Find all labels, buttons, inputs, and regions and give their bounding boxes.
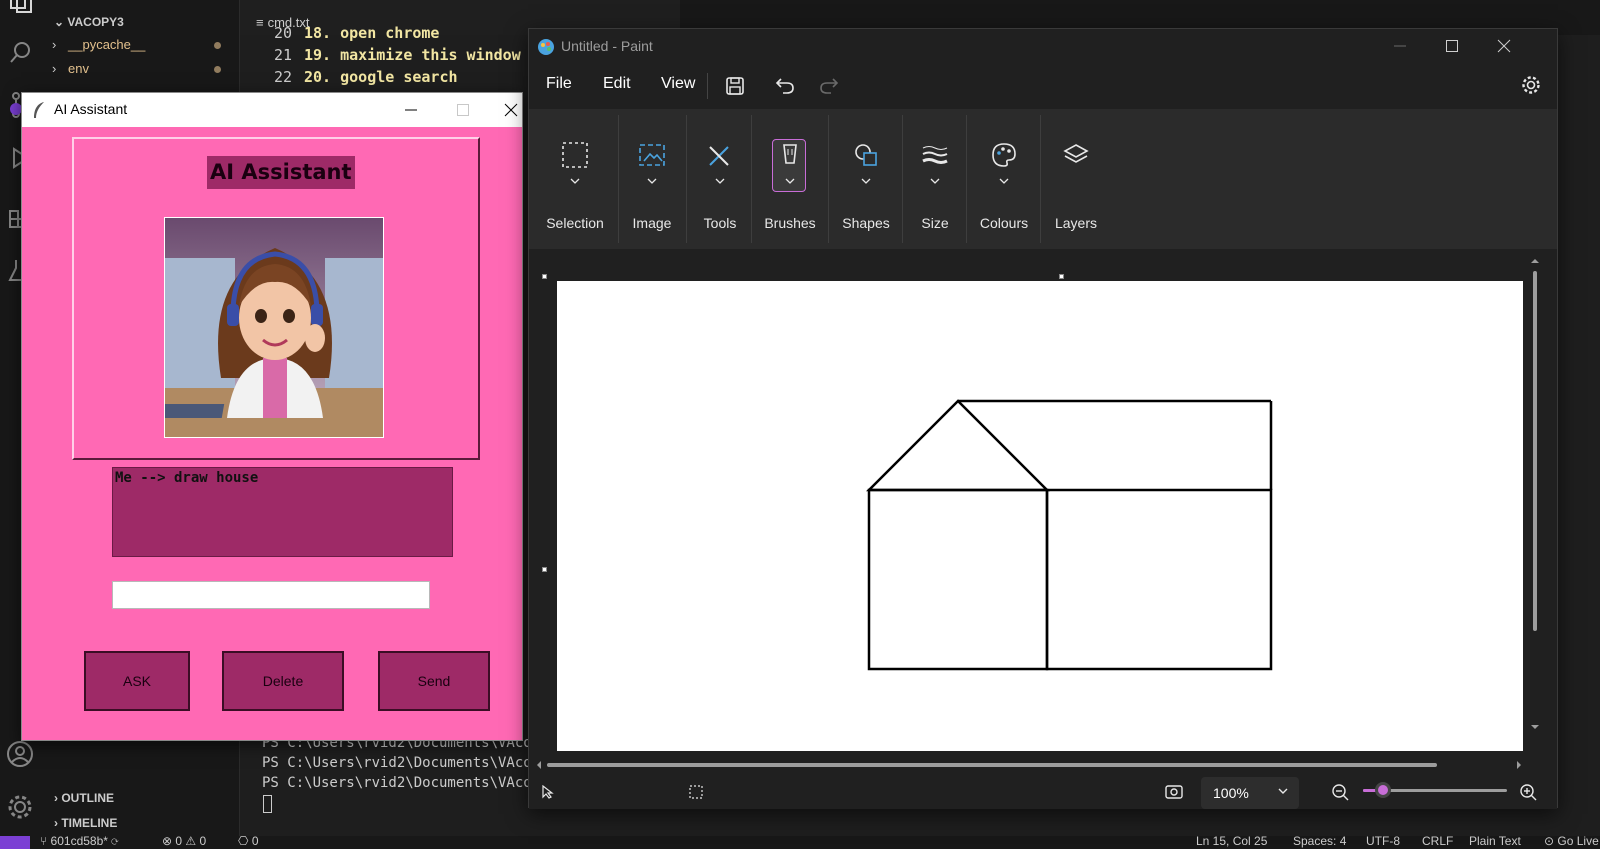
undo-icon[interactable] — [775, 75, 795, 95]
feather-icon — [32, 101, 46, 119]
folder-pycache[interactable]: › __pycache__ — [46, 33, 239, 57]
assistant-avatar — [164, 217, 384, 438]
menu-divider — [707, 73, 708, 99]
ribbon-layers[interactable]: Layers — [1041, 109, 1111, 249]
redo-icon[interactable] — [819, 75, 839, 95]
go-live-status[interactable]: ⊙ Go Live — [1544, 834, 1599, 848]
zoom-in-icon[interactable] — [1519, 783, 1537, 801]
menu-view[interactable]: View — [661, 75, 695, 93]
settings-icon[interactable] — [1521, 75, 1541, 95]
vertical-scrollbar[interactable] — [1531, 259, 1539, 729]
terminal-cursor — [263, 795, 272, 813]
ribbon-selection[interactable]: Selection — [533, 109, 617, 249]
timeline-section[interactable]: › TIMELINE — [46, 812, 240, 834]
resize-handle[interactable] — [542, 274, 547, 279]
settings-gear-icon[interactable] — [6, 793, 34, 821]
search-icon[interactable] — [8, 40, 34, 66]
paint-titlebar[interactable]: Untitled - Paint — [529, 29, 1557, 63]
maximize-button[interactable] — [440, 93, 486, 127]
language-status[interactable]: Plain Text — [1469, 834, 1521, 848]
chevron-down-icon — [715, 178, 725, 184]
chevron-down-icon — [1277, 785, 1289, 797]
minimize-button[interactable] — [388, 93, 434, 127]
ribbon-image[interactable]: Image — [619, 109, 685, 249]
account-icon[interactable] — [6, 740, 34, 768]
terminal-line: PS C:\Users\rvid2\Documents\VAcopy — [262, 755, 549, 771]
horizontal-scrollbar[interactable] — [537, 761, 1521, 769]
chevron-down-icon — [999, 178, 1009, 184]
ribbon-size[interactable]: Size — [903, 109, 967, 249]
fit-to-window-icon[interactable] — [1165, 783, 1183, 801]
house-drawing — [865, 399, 1273, 671]
code-line: 21 19. maximize this window — [273, 46, 521, 64]
layers-icon — [1062, 141, 1090, 169]
selection-size-icon — [689, 785, 703, 799]
menu-file[interactable]: File — [546, 75, 572, 93]
image-icon — [638, 141, 666, 169]
resize-handle[interactable] — [542, 567, 547, 572]
status-bar: ⑂ 601cd58b* ⟳ ⊗ 0 ⚠ 0 ⎔ 0 Ln 15, Col 25 … — [0, 834, 1600, 849]
ribbon-tools[interactable]: Tools — [687, 109, 753, 249]
menu-edit[interactable]: Edit — [603, 75, 631, 93]
zoom-slider[interactable] — [1363, 782, 1507, 798]
paint-window-title: Untitled - Paint — [561, 38, 653, 54]
palette-icon — [990, 141, 1018, 169]
chat-message: Me --> draw house — [115, 470, 259, 486]
ports-status[interactable]: ⎔ 0 — [238, 834, 259, 848]
encoding-status[interactable]: UTF-8 — [1366, 834, 1400, 848]
resize-handle[interactable] — [1059, 274, 1064, 279]
question-input[interactable] — [112, 581, 430, 609]
ask-button[interactable]: ASK — [84, 651, 190, 711]
terminal-line: PS C:\Users\rvid2\Documents\VAcopy — [262, 775, 549, 791]
paint-ribbon: Selection Image Tools Brushes Shapes Siz… — [529, 109, 1557, 249]
indentation-status[interactable]: Spaces: 4 — [1293, 834, 1346, 848]
delete-button[interactable]: Delete — [222, 651, 344, 711]
branch-status[interactable]: ⑂ 601cd58b* ⟳ — [40, 834, 118, 848]
paint-statusbar: 100% — [529, 773, 1557, 809]
drawing-canvas[interactable] — [557, 281, 1523, 751]
ribbon-colours[interactable]: Colours — [967, 109, 1041, 249]
selection-icon — [561, 141, 589, 169]
explorer-root[interactable]: ⌄ VACOPY3 — [46, 11, 239, 33]
shapes-icon — [852, 141, 880, 169]
ai-titlebar[interactable]: AI Assistant — [22, 93, 522, 127]
tools-icon — [706, 141, 734, 169]
paint-maximize-button[interactable] — [1429, 29, 1475, 63]
code-line: 20 18. open chrome — [273, 24, 440, 42]
cursor-position[interactable]: Ln 15, Col 25 — [1196, 834, 1267, 848]
pointer-icon — [541, 785, 555, 799]
explorer-icon[interactable] — [8, 0, 34, 14]
paint-menubar: File Edit View — [529, 67, 1557, 105]
problems-status[interactable]: ⊗ 0 ⚠ 0 — [162, 834, 206, 848]
brush-icon — [776, 141, 804, 169]
zoom-dropdown[interactable]: 100% — [1201, 777, 1299, 809]
paint-window: Untitled - Paint File Edit View Selectio… — [528, 28, 1558, 809]
zoom-slider-thumb[interactable] — [1375, 782, 1391, 798]
zoom-out-icon[interactable] — [1331, 783, 1349, 801]
save-icon[interactable] — [725, 76, 745, 96]
ribbon-shapes[interactable]: Shapes — [829, 109, 903, 249]
ribbon-brushes[interactable]: Brushes — [753, 109, 827, 249]
remote-icon[interactable] — [0, 836, 30, 849]
chevron-down-icon — [861, 178, 871, 184]
send-button[interactable]: Send — [378, 651, 490, 711]
assistant-heading: AI Assistant — [207, 156, 355, 189]
paint-minimize-button[interactable] — [1377, 29, 1423, 63]
paint-close-button[interactable] — [1481, 29, 1527, 63]
size-icon — [921, 141, 949, 169]
paint-app-icon — [537, 38, 555, 56]
chevron-down-icon — [930, 178, 940, 184]
ai-assistant-window: AI Assistant AI Assistant Me --> draw ho… — [21, 92, 523, 741]
chevron-down-icon — [647, 178, 657, 184]
outline-section[interactable]: › OUTLINE — [46, 787, 240, 809]
folder-env[interactable]: › env — [46, 57, 239, 81]
eol-status[interactable]: CRLF — [1422, 834, 1453, 848]
chevron-down-icon — [785, 178, 795, 184]
zoom-value: 100% — [1213, 785, 1249, 801]
ai-window-title: AI Assistant — [54, 101, 128, 117]
chat-history: Me --> draw house — [112, 467, 453, 557]
code-line: 22 20. google search — [273, 68, 458, 86]
canvas-area — [529, 253, 1557, 773]
chevron-down-icon — [570, 178, 580, 184]
